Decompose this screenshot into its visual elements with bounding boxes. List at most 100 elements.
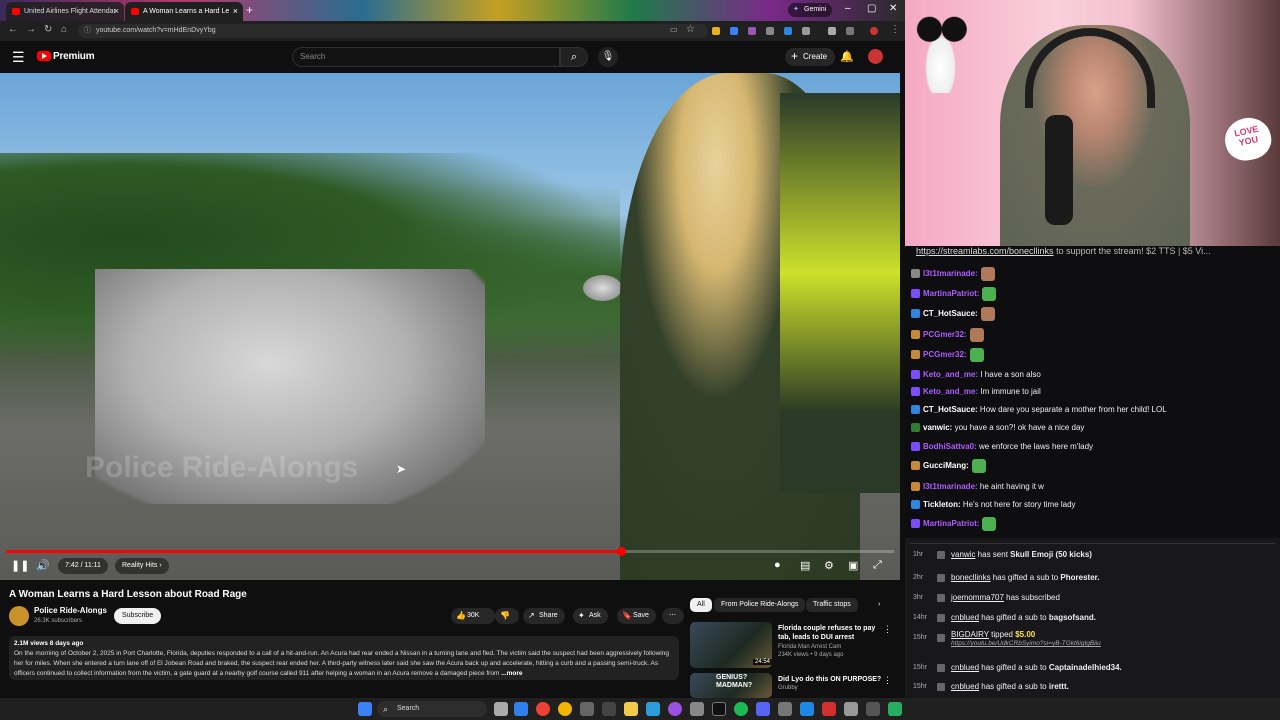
app-icon[interactable] xyxy=(646,702,660,716)
chrome-icon[interactable] xyxy=(536,702,550,716)
download-icon[interactable] xyxy=(846,27,854,35)
close-tab-icon[interactable]: × xyxy=(233,2,238,21)
recommended-title[interactable]: Florida couple refuses to pay tab, leads… xyxy=(778,624,883,642)
search-input[interactable]: Search xyxy=(292,47,560,67)
event-username[interactable]: vanwic xyxy=(951,550,975,559)
search-icon[interactable]: ⌕ xyxy=(560,47,588,67)
autoplay-toggle-icon[interactable]: ● xyxy=(774,559,781,571)
like-button[interactable]: 👍 30K xyxy=(451,608,495,624)
cast-icon[interactable]: ▭ xyxy=(670,25,678,34)
extension-icon[interactable] xyxy=(748,27,756,35)
taskbar-search[interactable]: Search xyxy=(377,701,487,717)
close-tab-icon[interactable]: × xyxy=(114,2,119,21)
fullscreen-icon[interactable]: ⤢ xyxy=(873,559,882,572)
tab-active-video[interactable]: A Woman Learns a Hard Le × xyxy=(125,2,243,21)
app-icon[interactable] xyxy=(668,702,682,716)
chat-username[interactable]: PCGmer32: xyxy=(923,350,967,359)
chips-next-icon[interactable]: › xyxy=(871,598,887,612)
extension-icon[interactable] xyxy=(766,27,774,35)
more-options-icon[interactable]: ⋮ xyxy=(883,624,892,635)
show-more-link[interactable]: ...more xyxy=(501,670,522,677)
recommended-title[interactable]: Did Lyo do this ON PURPOSE? xyxy=(778,675,883,684)
tab-united-airlines[interactable]: United Airlines Flight Attendar × xyxy=(6,2,124,21)
app-icon[interactable] xyxy=(690,702,704,716)
video-thumbnail[interactable]: GENIUS? MADMAN? xyxy=(690,673,772,698)
miniplayer-icon[interactable]: ▣ xyxy=(848,559,858,572)
minimize-icon[interactable]: – xyxy=(845,3,851,14)
reload-icon[interactable]: ↻ xyxy=(44,24,52,35)
edge-icon[interactable] xyxy=(514,702,528,716)
app-icon[interactable] xyxy=(888,702,902,716)
event-username[interactable]: cnblued xyxy=(951,613,979,622)
tip-link[interactable]: https://youtu.be/UdkCRbSyimo?si=yB-TGkt6… xyxy=(951,640,1101,647)
notifications-bell-icon[interactable]: 🔔 xyxy=(840,50,854,63)
file-explorer-icon[interactable] xyxy=(624,702,638,716)
browser-menu-icon[interactable]: ⋮ xyxy=(890,24,900,35)
youtube-premium-brand[interactable]: Premium xyxy=(53,51,95,62)
start-windows-icon[interactable] xyxy=(358,702,372,716)
chapter-button[interactable]: Reality Hits › xyxy=(115,558,169,574)
microphone-icon[interactable]: 🎙 xyxy=(598,47,618,67)
chat-username[interactable]: PCGmer32: xyxy=(923,330,967,339)
share-button[interactable]: ↗ Share xyxy=(523,608,565,624)
new-tab-icon[interactable]: + xyxy=(246,3,253,17)
streamlabs-link[interactable]: https://streamlabs.com/bonecllinks xyxy=(916,246,1054,256)
task-view-icon[interactable] xyxy=(494,702,508,716)
subscribe-button[interactable]: Subscribe xyxy=(114,608,162,624)
pause-icon[interactable]: ❚❚ xyxy=(11,559,29,572)
extension-icon[interactable] xyxy=(784,27,792,35)
forward-icon[interactable]: → xyxy=(26,24,36,35)
chip-all[interactable]: All xyxy=(690,598,712,612)
back-icon[interactable]: ← xyxy=(8,24,18,35)
app-icon[interactable] xyxy=(778,702,792,716)
chat-username[interactable]: Tickleton: xyxy=(923,500,961,509)
recommended-video[interactable]: GENIUS? MADMAN? Did Lyo do this ON PURPO… xyxy=(690,673,900,698)
app-icon[interactable] xyxy=(580,702,594,716)
chat-username[interactable]: MartinaPatriot: xyxy=(923,519,979,528)
chat-username[interactable]: vanwic: xyxy=(923,423,952,432)
app-icon[interactable] xyxy=(800,702,814,716)
channel-avatar[interactable] xyxy=(9,606,29,626)
extensions-puzzle-icon[interactable] xyxy=(802,27,810,35)
bookmark-star-icon[interactable]: ☆ xyxy=(686,24,695,35)
chip-from-channel[interactable]: From Police Ride-Alongs xyxy=(714,598,806,612)
youtube-logo-icon[interactable] xyxy=(37,51,51,61)
extension-icon[interactable] xyxy=(712,27,720,35)
more-options-icon[interactable]: ⋮ xyxy=(883,675,892,686)
video-player[interactable]: Police Ride-Alongs ➤ ❚❚ 🔊 7:42 / 11:11 R… xyxy=(0,73,900,580)
save-button[interactable]: 🔖 Save xyxy=(617,608,656,624)
event-username[interactable]: bonecllinks xyxy=(951,573,991,582)
chip-traffic-stops[interactable]: Traffic stops xyxy=(806,598,858,612)
sidebar-icon[interactable] xyxy=(828,27,836,35)
chat-username[interactable]: Keto_and_me: xyxy=(923,387,978,396)
event-username[interactable]: BIGDAIRY xyxy=(951,630,989,639)
settings-gear-icon[interactable]: ⚙ xyxy=(824,559,834,572)
chat-username[interactable]: BodhiSattva0: xyxy=(923,442,977,451)
chat-username[interactable]: Keto_and_me: xyxy=(923,370,978,379)
chat-username[interactable]: l3t1tmarinade: xyxy=(923,269,978,278)
hamburger-menu-icon[interactable]: ☰ xyxy=(12,49,25,66)
more-actions-button[interactable]: ⋯ xyxy=(662,608,684,624)
close-window-icon[interactable]: ✕ xyxy=(889,3,897,14)
chat-username[interactable]: GucciMang: xyxy=(923,461,969,470)
subtitles-icon[interactable]: ▤ xyxy=(800,559,810,572)
channel-name[interactable]: Police Ride-Alongs xyxy=(34,606,107,615)
recommended-channel[interactable]: Florida Man Arrest Cam xyxy=(778,644,841,650)
obs-icon[interactable] xyxy=(712,702,726,716)
description-box[interactable]: 2.1M views 8 days ago On the morning of … xyxy=(9,636,679,680)
gemini-button[interactable]: Gemini xyxy=(788,3,833,17)
extension-icon[interactable] xyxy=(730,27,738,35)
profile-avatar[interactable] xyxy=(870,27,878,35)
url-field[interactable]: youtube.com/watch?v=mHdEnDvyYbg xyxy=(78,24,708,38)
recommended-channel[interactable]: Grubby xyxy=(778,685,798,691)
chat-username[interactable]: MartinaPatriot: xyxy=(923,289,979,298)
volume-icon[interactable]: 🔊 xyxy=(36,559,50,572)
chrome-profile-icon[interactable] xyxy=(558,702,572,716)
app-icon[interactable] xyxy=(844,702,858,716)
event-username[interactable]: joemomma707 xyxy=(951,593,1004,602)
home-icon[interactable]: ⌂ xyxy=(61,24,67,35)
chat-username[interactable]: CT_HotSauce: xyxy=(923,309,978,318)
discord-icon[interactable] xyxy=(756,702,770,716)
chat-username[interactable]: CT_HotSauce: xyxy=(923,405,978,414)
progress-bar[interactable] xyxy=(6,547,894,556)
